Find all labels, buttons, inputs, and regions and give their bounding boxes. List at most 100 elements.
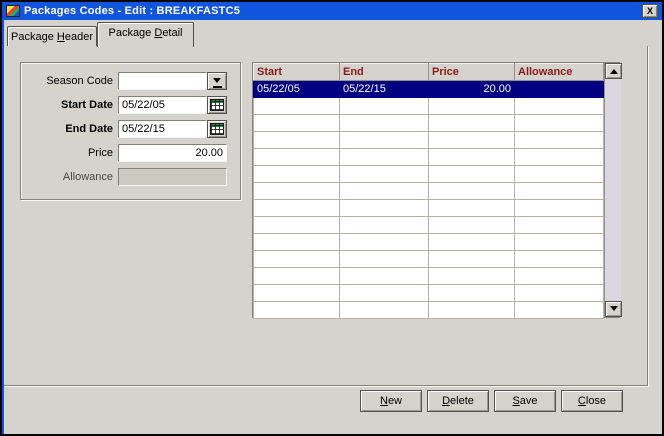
save-button[interactable]: Save bbox=[494, 390, 556, 412]
close-icon[interactable]: X bbox=[642, 4, 658, 18]
cell-allowance[interactable] bbox=[515, 115, 604, 132]
cell-start[interactable] bbox=[254, 132, 340, 149]
cell-start[interactable] bbox=[254, 115, 340, 132]
scroll-down-button[interactable] bbox=[605, 301, 622, 317]
button-label-mnemonic: D bbox=[442, 395, 450, 407]
arrow-up-icon bbox=[610, 65, 618, 74]
table-row[interactable] bbox=[254, 251, 604, 268]
end-date-input[interactable] bbox=[118, 120, 207, 138]
cell-allowance[interactable] bbox=[515, 132, 604, 149]
start-date-input[interactable] bbox=[118, 96, 207, 114]
table-row[interactable] bbox=[254, 149, 604, 166]
close-button[interactable]: Close bbox=[561, 390, 623, 412]
cell-price[interactable]: 20.00 bbox=[429, 81, 515, 98]
cell-start[interactable] bbox=[254, 166, 340, 183]
cell-price[interactable] bbox=[429, 149, 515, 166]
cell-price[interactable] bbox=[429, 98, 515, 115]
cell-price[interactable] bbox=[429, 115, 515, 132]
cell-end[interactable]: 05/22/15 bbox=[340, 81, 429, 98]
cell-price[interactable] bbox=[429, 200, 515, 217]
button-label-mnemonic: C bbox=[578, 395, 586, 407]
cell-start[interactable] bbox=[254, 234, 340, 251]
delete-button[interactable]: Delete bbox=[427, 390, 489, 412]
action-button-row: New Delete Save Close bbox=[360, 390, 623, 412]
cell-allowance[interactable] bbox=[515, 149, 604, 166]
vertical-scrollbar[interactable] bbox=[604, 63, 621, 317]
cell-start[interactable] bbox=[254, 200, 340, 217]
start-date-calendar-button[interactable] bbox=[207, 96, 227, 114]
scroll-up-button[interactable] bbox=[605, 63, 622, 79]
table-row[interactable] bbox=[254, 217, 604, 234]
table-row[interactable] bbox=[254, 285, 604, 302]
cell-start[interactable] bbox=[254, 183, 340, 200]
table-row[interactable] bbox=[254, 234, 604, 251]
cell-price[interactable] bbox=[429, 166, 515, 183]
table-row[interactable] bbox=[254, 268, 604, 285]
end-date-calendar-button[interactable] bbox=[207, 120, 227, 138]
cell-price[interactable] bbox=[429, 217, 515, 234]
table-row[interactable] bbox=[254, 98, 604, 115]
table-row[interactable]: 05/22/0505/22/1520.00 bbox=[254, 81, 604, 98]
cell-price[interactable] bbox=[429, 268, 515, 285]
table-row[interactable] bbox=[254, 183, 604, 200]
cell-end[interactable] bbox=[340, 132, 429, 149]
cell-end[interactable] bbox=[340, 268, 429, 285]
table-row[interactable] bbox=[254, 302, 604, 319]
cell-start[interactable] bbox=[254, 302, 340, 319]
cell-allowance[interactable] bbox=[515, 234, 604, 251]
cell-price[interactable] bbox=[429, 285, 515, 302]
col-header-start[interactable]: Start bbox=[254, 64, 340, 81]
cell-allowance[interactable] bbox=[515, 268, 604, 285]
cell-start[interactable]: 05/22/05 bbox=[254, 81, 340, 98]
cell-end[interactable] bbox=[340, 234, 429, 251]
calendar-icon bbox=[210, 123, 224, 135]
new-button[interactable]: New bbox=[360, 390, 422, 412]
cell-end[interactable] bbox=[340, 149, 429, 166]
tab-package-detail[interactable]: Package Detail bbox=[97, 22, 194, 47]
cell-end[interactable] bbox=[340, 251, 429, 268]
season-code-lov-button[interactable] bbox=[207, 72, 227, 90]
cell-price[interactable] bbox=[429, 302, 515, 319]
cell-start[interactable] bbox=[254, 217, 340, 234]
cell-end[interactable] bbox=[340, 98, 429, 115]
cell-price[interactable] bbox=[429, 234, 515, 251]
cell-allowance[interactable] bbox=[515, 98, 604, 115]
cell-allowance[interactable] bbox=[515, 302, 604, 319]
cell-price[interactable] bbox=[429, 132, 515, 149]
cell-allowance[interactable] bbox=[515, 251, 604, 268]
cell-end[interactable] bbox=[340, 302, 429, 319]
app-icon bbox=[6, 5, 20, 17]
cell-start[interactable] bbox=[254, 251, 340, 268]
cell-end[interactable] bbox=[340, 200, 429, 217]
cell-allowance[interactable] bbox=[515, 81, 604, 98]
cell-start[interactable] bbox=[254, 268, 340, 285]
start-date-label: Start Date bbox=[21, 99, 113, 111]
col-header-price[interactable]: Price bbox=[429, 64, 515, 81]
cell-start[interactable] bbox=[254, 285, 340, 302]
cell-end[interactable] bbox=[340, 285, 429, 302]
cell-allowance[interactable] bbox=[515, 166, 604, 183]
col-header-end[interactable]: End bbox=[340, 64, 429, 81]
cell-allowance[interactable] bbox=[515, 200, 604, 217]
table-row[interactable] bbox=[254, 132, 604, 149]
cell-end[interactable] bbox=[340, 217, 429, 234]
titlebar[interactable]: Packages Codes - Edit : BREAKFASTC5 X bbox=[2, 2, 662, 20]
season-code-input[interactable] bbox=[118, 72, 207, 90]
cell-end[interactable] bbox=[340, 115, 429, 132]
col-header-allowance[interactable]: Allowance bbox=[515, 64, 604, 81]
table-row[interactable] bbox=[254, 115, 604, 132]
cell-allowance[interactable] bbox=[515, 285, 604, 302]
cell-start[interactable] bbox=[254, 98, 340, 115]
cell-price[interactable] bbox=[429, 183, 515, 200]
table-row[interactable] bbox=[254, 166, 604, 183]
cell-start[interactable] bbox=[254, 149, 340, 166]
cell-price[interactable] bbox=[429, 251, 515, 268]
tab-package-header[interactable]: Package Header bbox=[7, 26, 97, 46]
cell-allowance[interactable] bbox=[515, 183, 604, 200]
end-date-label: End Date bbox=[21, 123, 113, 135]
table-row[interactable] bbox=[254, 200, 604, 217]
price-input[interactable] bbox=[118, 144, 227, 162]
cell-end[interactable] bbox=[340, 166, 429, 183]
cell-allowance[interactable] bbox=[515, 217, 604, 234]
cell-end[interactable] bbox=[340, 183, 429, 200]
